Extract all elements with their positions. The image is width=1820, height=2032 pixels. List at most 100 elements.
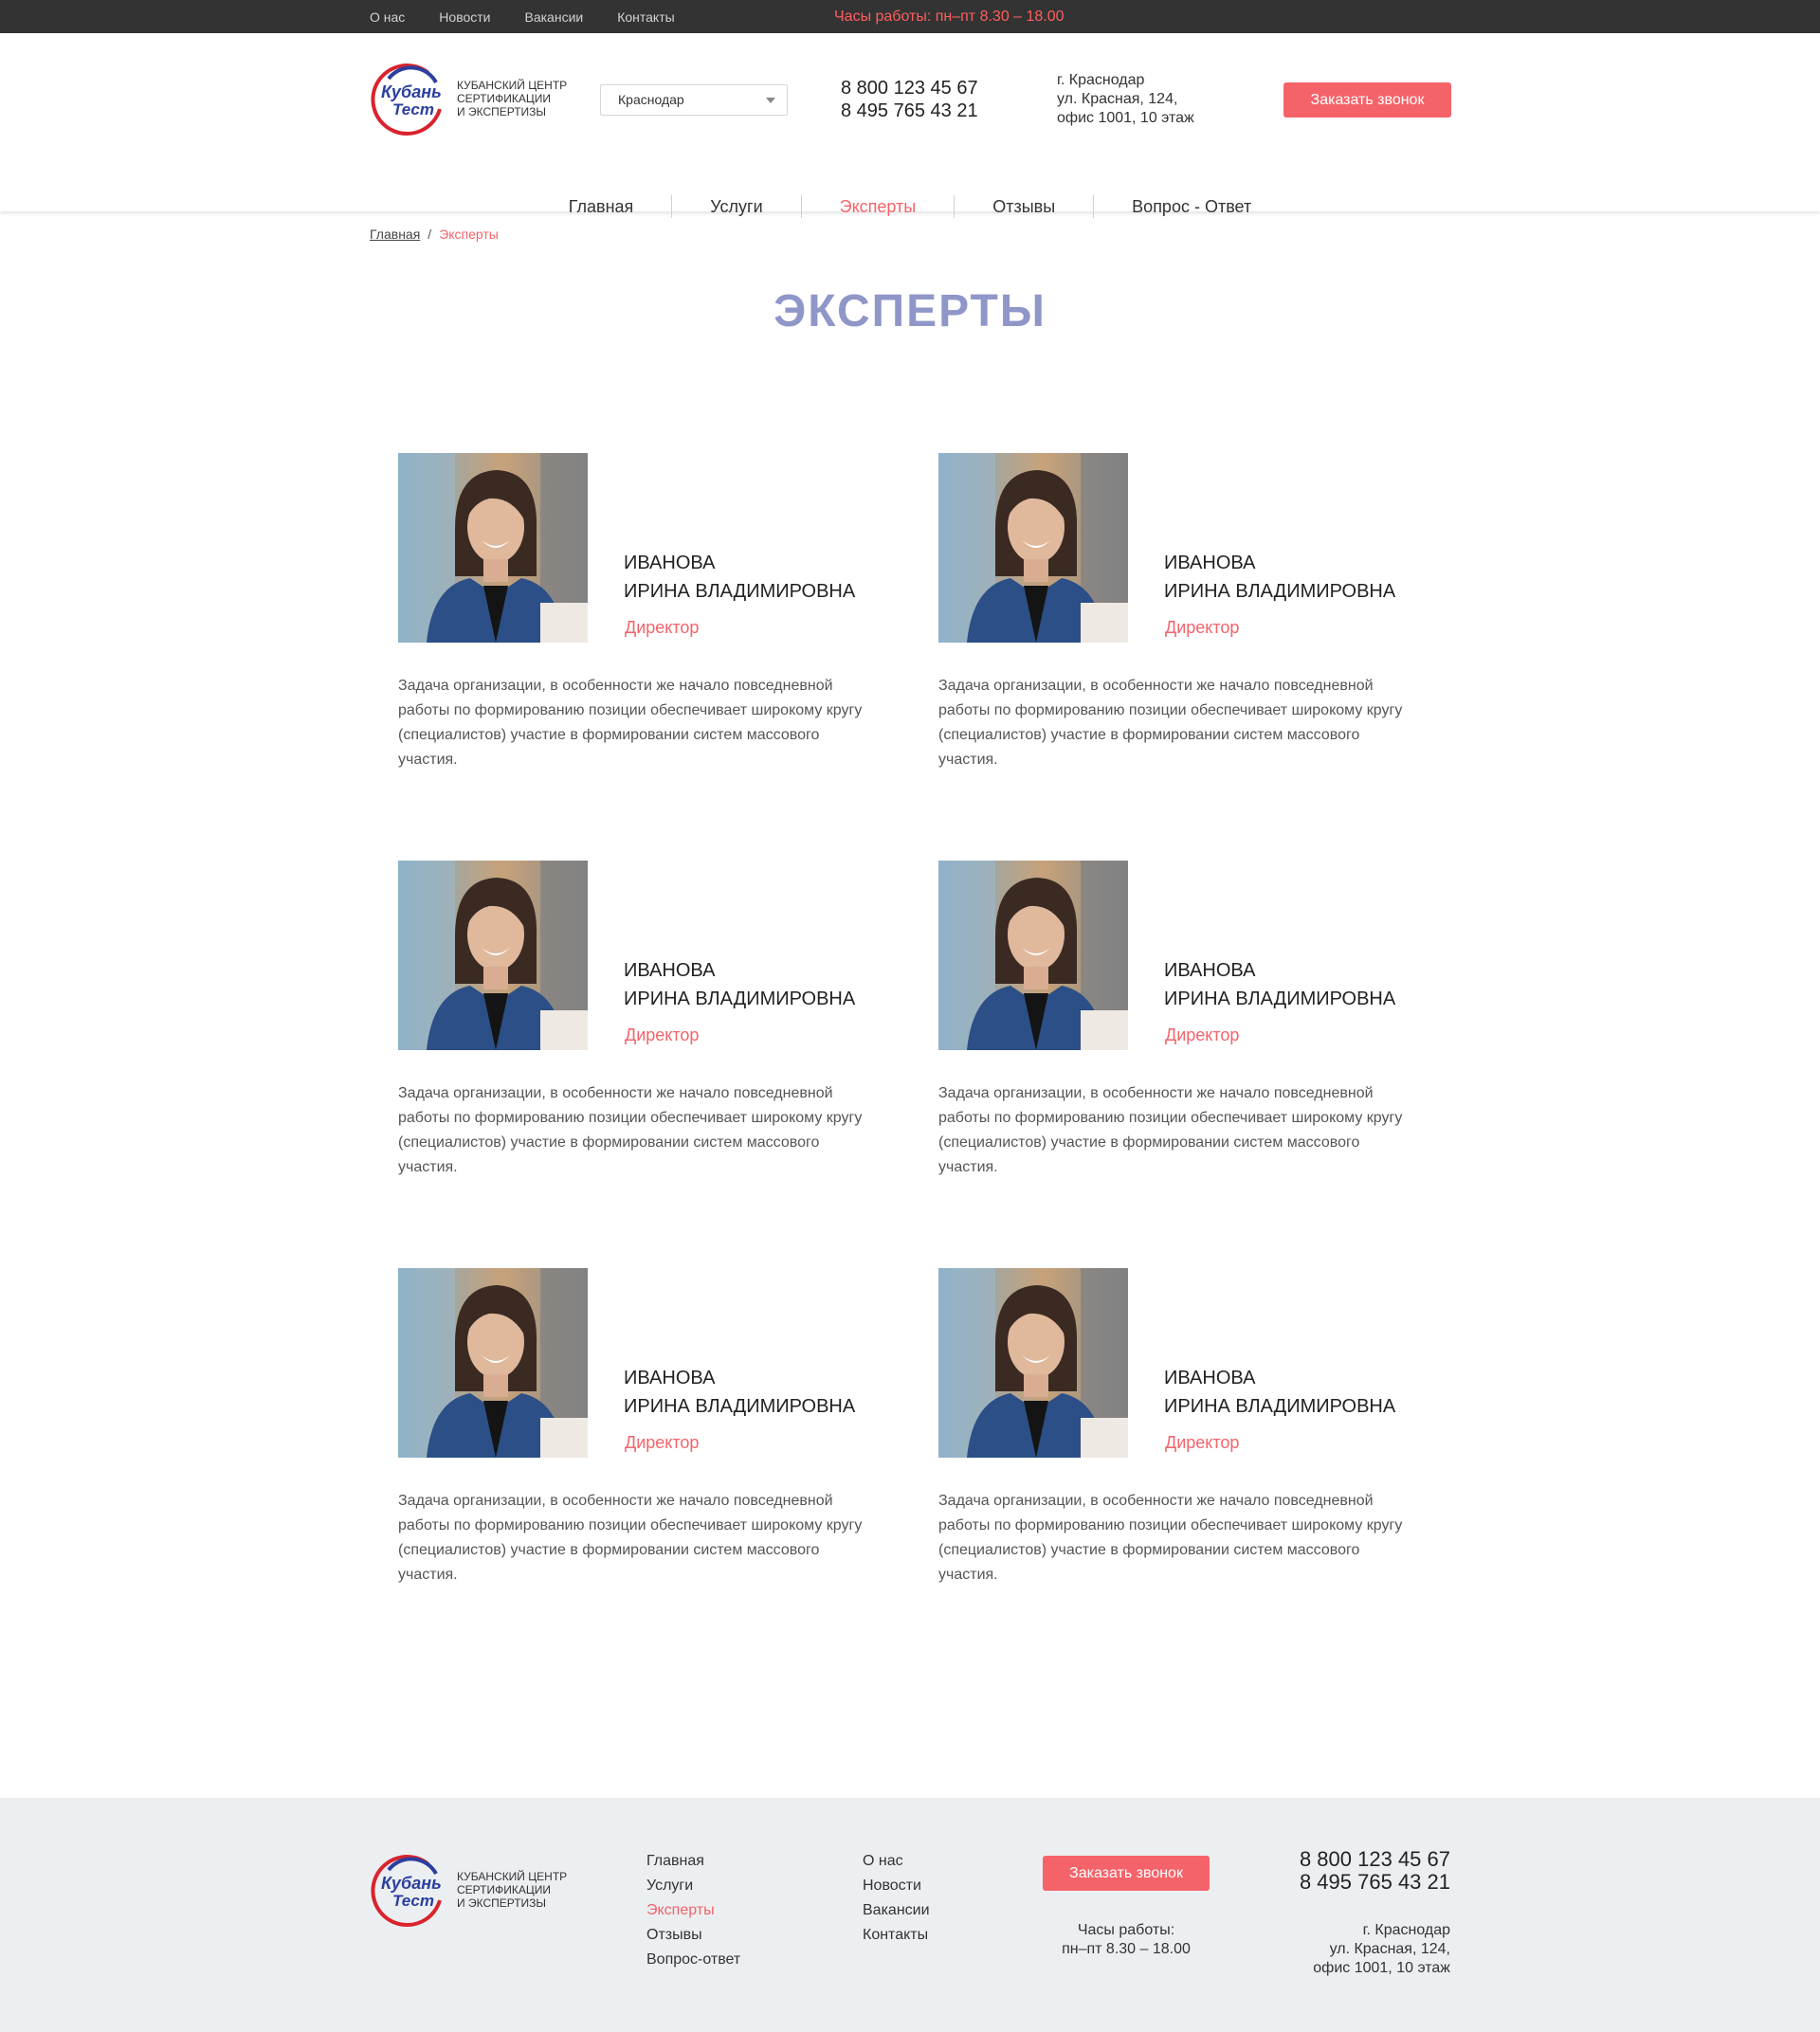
footer-menu-item: Новости [863, 1874, 930, 1898]
footer-menu-item: Вопрос-ответ [646, 1948, 740, 1972]
footer-link-faq[interactable]: Вопрос-ответ [646, 1951, 740, 1968]
expert-given-name: Ирина Владимировна [1164, 1396, 1396, 1417]
top-link-contacts[interactable]: Контакты [617, 9, 674, 25]
footer-menu-info: О нас Новости Вакансии Контакты [863, 1849, 930, 1948]
phone-number[interactable]: 8 800 123 45 67 [841, 77, 978, 100]
expert-photo-image [398, 453, 588, 643]
expert-given-name: Ирина Владимировна [624, 581, 856, 602]
expert-description: Задача организации, в особенности же нач… [398, 1493, 863, 1583]
expert-description: Задача организации, в особенности же нач… [398, 678, 863, 768]
expert-description: Задача организации, в особенности же нач… [938, 1085, 1403, 1175]
footer-link-reviews[interactable]: Отзывы [646, 1927, 702, 1943]
footer-menu-item: Эксперты [646, 1898, 740, 1923]
expert-photo-image [938, 453, 1128, 643]
logo-line: Кубанский центр [457, 1870, 568, 1883]
city-select-value: Краснодар [618, 92, 684, 107]
top-link-vacancies[interactable]: Вакансии [525, 9, 584, 25]
footer-hours-line: Часы работы: [1077, 1922, 1175, 1938]
experts-grid: Иванова Ирина Владимировна Директор Зада… [370, 342, 1450, 1590]
breadcrumb-current: Эксперты [439, 227, 499, 242]
expert-given-name: Ирина Владимировна [1164, 989, 1396, 1009]
expert-card: Иванова Ирина Владимировна Директор Зада… [398, 453, 938, 775]
site-header: Кубань Тест Кубанский центр сертификации… [0, 33, 1820, 218]
address-line: г. Краснодар [1057, 72, 1145, 88]
footer-menu-item: Контакты [863, 1923, 930, 1948]
nav-item-home[interactable]: Главная [531, 195, 672, 218]
expert-surname: Иванова [624, 960, 716, 981]
expert-surname: Иванова [624, 1368, 716, 1388]
expert-description: Задача организации, в особенности же нач… [938, 678, 1403, 768]
nav-item-reviews[interactable]: Отзывы [954, 195, 1093, 218]
expert-given-name: Ирина Владимировна [1164, 581, 1396, 602]
logo-mark-icon: Кубань Тест [370, 1851, 447, 1929]
footer-address: г. Краснодар ул. Красная, 124, офис 1001… [1313, 1921, 1450, 1978]
callback-button[interactable]: Заказать звонок [1283, 82, 1451, 118]
header-address: г. Краснодар ул. Красная, 124, офис 1001… [1057, 71, 1194, 128]
logo-line: сертификации [457, 1883, 551, 1896]
logo-mark-icon: Кубань Тест [370, 60, 447, 137]
footer-link-home[interactable]: Главная [646, 1853, 704, 1869]
expert-card: Иванова Ирина Владимировна Директор Зада… [398, 861, 938, 1183]
logo-line: Кубанский центр [457, 79, 568, 92]
phone-number[interactable]: 8 800 123 45 67 [1300, 1848, 1450, 1871]
site-footer: Кубань Тест Кубанский центр сертификации… [0, 1798, 1820, 2032]
address-line: офис 1001, 10 этаж [1313, 1960, 1450, 1976]
nav-item-faq[interactable]: Вопрос - Ответ [1093, 195, 1289, 218]
expert-given-name: Ирина Владимировна [624, 989, 856, 1009]
expert-name: Иванова Ирина Владимировна [624, 1364, 855, 1421]
footer-menu-item: Вакансии [863, 1898, 930, 1923]
nav-item-experts[interactable]: Эксперты [800, 195, 955, 218]
phone-number[interactable]: 8 495 765 43 21 [841, 100, 978, 122]
top-link-news[interactable]: Новости [439, 9, 490, 25]
footer-callback-button[interactable]: Заказать звонок [1043, 1856, 1210, 1891]
logo-word-2: Тест [392, 1892, 434, 1910]
logo-text: Кубанский центр сертификации и экспертиз… [457, 79, 567, 118]
expert-description: Задача организации, в особенности же нач… [398, 1085, 863, 1175]
footer-link-experts[interactable]: Эксперты [646, 1902, 715, 1918]
logo-line: сертификации [457, 92, 551, 105]
footer-link-about[interactable]: О нас [863, 1853, 903, 1869]
expert-given-name: Ирина Владимировна [624, 1396, 856, 1417]
logo-word-1: Кубань [381, 82, 442, 101]
expert-photo-image [938, 861, 1128, 1050]
nav-item-services[interactable]: Услуги [671, 195, 800, 218]
expert-name: Иванова Ирина Владимировна [1164, 549, 1395, 606]
city-select[interactable]: Краснодар [600, 84, 788, 116]
expert-name: Иванова Ирина Владимировна [624, 549, 855, 606]
footer-link-services[interactable]: Услуги [646, 1878, 693, 1894]
phone-number[interactable]: 8 495 765 43 21 [1300, 1871, 1450, 1894]
expert-photo-image [398, 861, 588, 1050]
footer-link-vacancies[interactable]: Вакансии [863, 1902, 930, 1918]
logo-word-1: Кубань [381, 1874, 442, 1893]
expert-photo-image [938, 1268, 1128, 1458]
working-hours: Часы работы: пн–пт 8.30 – 18.00 [834, 9, 1065, 25]
page-title: ЭКСПЕРТЫ [774, 286, 1046, 336]
address-line: офис 1001, 10 этаж [1057, 110, 1194, 126]
breadcrumb-home[interactable]: Главная [370, 227, 420, 242]
footer-link-news[interactable]: Новости [863, 1878, 921, 1894]
top-link-about[interactable]: О нас [370, 9, 405, 25]
footer-hours-line: пн–пт 8.30 – 18.00 [1062, 1941, 1191, 1957]
expert-surname: Иванова [1164, 1368, 1256, 1388]
footer-logo[interactable]: Кубань Тест Кубанский центр сертификации… [370, 1851, 567, 1929]
expert-role: Директор [625, 1025, 700, 1044]
footer-link-contacts[interactable]: Контакты [863, 1927, 928, 1943]
expert-card: Иванова Ирина Владимировна Директор Зада… [938, 1268, 1479, 1590]
dropdown-arrow-icon [766, 98, 775, 103]
expert-role: Директор [1165, 1025, 1240, 1044]
expert-surname: Иванова [1164, 960, 1256, 981]
expert-name: Иванова Ирина Владимировна [1164, 1364, 1395, 1421]
logo-line: и экспертизы [457, 105, 547, 118]
footer-menu-main: Главная Услуги Эксперты Отзывы Вопрос-от… [646, 1849, 740, 1972]
footer-menu-item: О нас [863, 1849, 930, 1874]
expert-name: Иванова Ирина Владимировна [624, 956, 855, 1013]
logo-text: Кубанский центр сертификации и экспертиз… [457, 1870, 567, 1910]
expert-photo-image [398, 1268, 588, 1458]
header-phones: 8 800 123 45 67 8 495 765 43 21 [841, 77, 978, 122]
expert-surname: Иванова [1164, 553, 1256, 573]
site-logo[interactable]: Кубань Тест Кубанский центр сертификации… [370, 60, 567, 137]
expert-role: Директор [1165, 618, 1240, 637]
expert-name: Иванова Ирина Владимировна [1164, 956, 1395, 1013]
top-bar: О нас Новости Вакансии Контакты Часы раб… [0, 0, 1820, 33]
breadcrumb-separator: / [428, 227, 432, 242]
